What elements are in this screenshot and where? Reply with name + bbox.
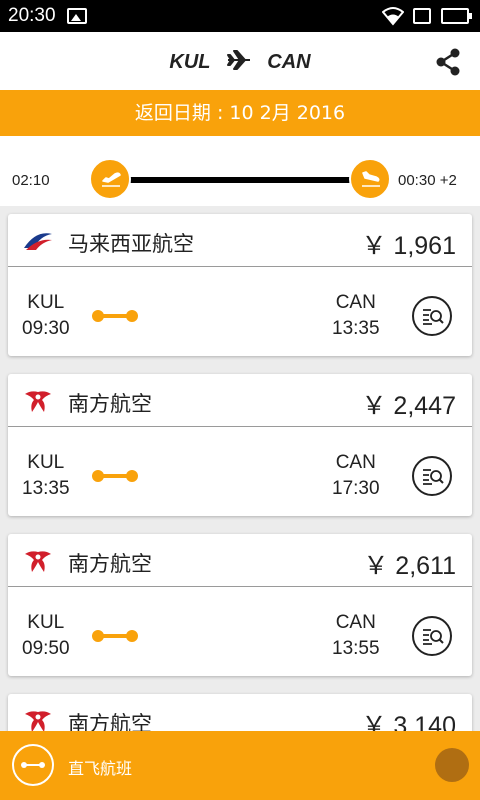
recent-apps-icon xyxy=(413,8,431,24)
airline-name: 马来西亚航空 xyxy=(68,232,194,256)
departure-info: KUL 09:50 xyxy=(22,610,70,662)
battery-icon xyxy=(441,8,472,24)
bottom-bar: 直飞航班 xyxy=(0,731,480,800)
arrival-code: CAN xyxy=(335,292,376,313)
flight-price: ￥ 2,611 xyxy=(363,552,456,580)
range-end-label: 00:30 +2 xyxy=(398,172,457,189)
floating-action-button[interactable] xyxy=(435,748,469,782)
return-date-bar[interactable]: 返回日期 : 10 2月 2016 xyxy=(0,90,480,136)
arrival-time: 13:55 xyxy=(332,638,380,659)
card-divider xyxy=(8,426,472,427)
origin-code: KUL xyxy=(169,51,211,73)
departure-code: KUL xyxy=(27,292,65,313)
arrival-time: 13:35 xyxy=(332,318,380,339)
flight-price: ￥ 2,447 xyxy=(361,392,456,420)
direct-route-connector xyxy=(92,470,138,482)
flight-price: ￥ 1,961 xyxy=(361,232,456,260)
time-range-filter: 02:10 00:30 +2 xyxy=(0,136,480,206)
landing-icon xyxy=(362,171,380,187)
status-time: 20:30 xyxy=(8,5,56,26)
card-divider xyxy=(8,586,472,587)
wifi-icon xyxy=(382,7,404,26)
arrival-info: CAN 13:55 xyxy=(332,610,380,662)
range-start-label: 02:10 xyxy=(12,172,50,189)
flight-card[interactable]: 南方航空 ￥ 2,447 KUL 13:35 CAN 17:30 xyxy=(8,374,472,516)
arrival-info: CAN 13:35 xyxy=(332,290,380,342)
departure-info: KUL 13:35 xyxy=(22,450,70,502)
direct-flights-label: 直飞航班 xyxy=(68,759,133,778)
destination-code: CAN xyxy=(267,51,311,73)
card-divider xyxy=(8,266,472,267)
details-search-icon xyxy=(423,469,444,485)
flight-details-button[interactable] xyxy=(412,456,452,496)
direct-route-connector xyxy=(92,310,138,322)
image-notification-icon xyxy=(67,8,87,24)
departure-time: 09:30 xyxy=(22,318,70,339)
share-icon[interactable] xyxy=(434,48,462,76)
departure-handle[interactable] xyxy=(89,158,131,200)
airplane-icon xyxy=(226,50,250,70)
direct-flights-toggle[interactable] xyxy=(12,744,54,786)
airline-name: 南方航空 xyxy=(68,552,152,576)
departure-info: KUL 09:30 xyxy=(22,290,70,342)
takeoff-icon xyxy=(102,172,121,187)
details-search-icon xyxy=(423,309,444,325)
china-southern-logo-icon xyxy=(25,391,51,412)
direct-route-connector xyxy=(92,630,138,642)
status-bar: 20:30 xyxy=(0,0,480,32)
details-search-icon xyxy=(423,629,444,645)
departure-time: 13:35 xyxy=(22,478,70,499)
flight-details-button[interactable] xyxy=(412,296,452,336)
route-title: KUL CAN xyxy=(0,49,480,74)
arrival-info: CAN 17:30 xyxy=(332,450,380,502)
range-track[interactable] xyxy=(110,177,370,183)
flight-card[interactable]: 马来西亚航空 ￥ 1,961 KUL 09:30 CAN 13:35 xyxy=(8,214,472,356)
direct-route-icon xyxy=(21,762,45,768)
app-bar: KUL CAN xyxy=(0,32,480,90)
china-southern-logo-icon xyxy=(25,551,51,572)
airline-name: 南方航空 xyxy=(68,392,152,416)
arrival-handle[interactable] xyxy=(349,158,391,200)
malaysia-airlines-logo-icon xyxy=(24,233,52,250)
arrival-code: CAN xyxy=(335,452,376,473)
arrival-code: CAN xyxy=(335,612,376,633)
flight-card[interactable]: 南方航空 ￥ 2,611 KUL 09:50 CAN 13:55 xyxy=(8,534,472,676)
arrival-time: 17:30 xyxy=(332,478,380,499)
departure-code: KUL xyxy=(27,452,65,473)
flight-details-button[interactable] xyxy=(412,616,452,656)
departure-code: KUL xyxy=(27,612,65,633)
departure-time: 09:50 xyxy=(22,638,70,659)
